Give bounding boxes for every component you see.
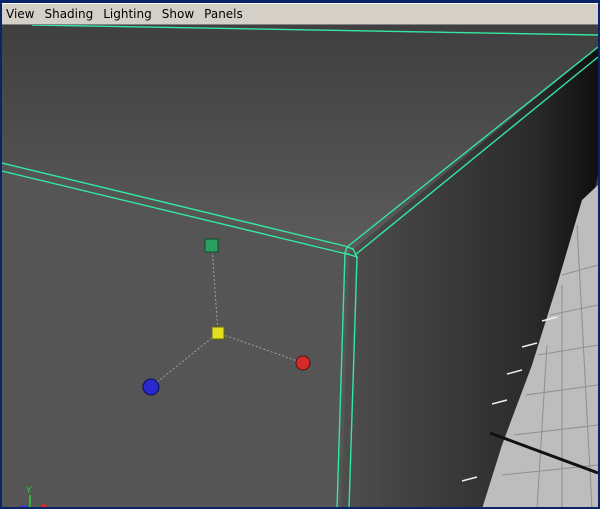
- viewport-frame: [0, 0, 600, 509]
